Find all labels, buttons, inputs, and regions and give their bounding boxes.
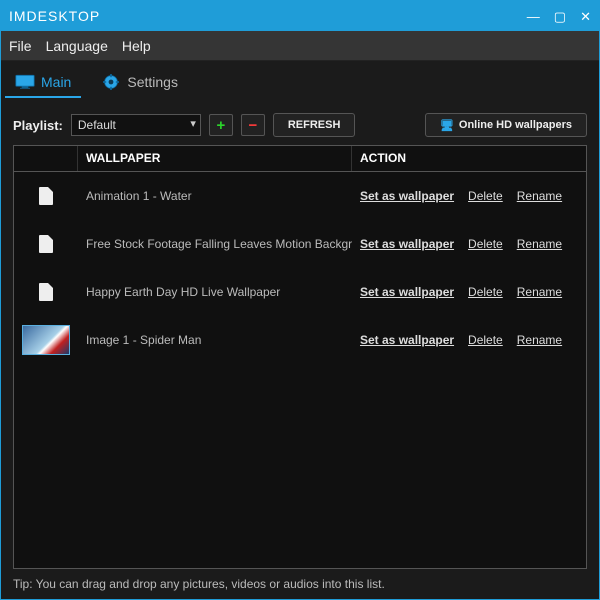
tab-main[interactable]: Main: [5, 68, 81, 98]
row-name: Happy Earth Day HD Live Wallpaper: [78, 285, 352, 299]
rename-link[interactable]: Rename: [517, 333, 562, 347]
minus-icon: −: [248, 117, 257, 134]
maximize-button[interactable]: ▢: [554, 10, 566, 23]
row-actions: Set as wallpaper Delete Rename: [352, 333, 586, 347]
add-button[interactable]: +: [209, 114, 233, 136]
row-actions: Set as wallpaper Delete Rename: [352, 189, 586, 203]
toolbar: Playlist: Default + − REFRESH 🖥 Online H…: [1, 105, 599, 145]
header-wallpaper: WALLPAPER: [78, 146, 352, 171]
row-name: Animation 1 - Water: [78, 189, 352, 203]
tab-settings[interactable]: Settings: [91, 68, 188, 98]
image-thumbnail-icon: [22, 325, 70, 355]
table-row[interactable]: Image 1 - Spider Man Set as wallpaper Dele…: [14, 316, 586, 364]
menu-language[interactable]: Language: [46, 38, 108, 54]
menu-file[interactable]: File: [9, 38, 32, 54]
row-name: Free Stock Footage Falling Leaves Motion…: [78, 237, 352, 251]
delete-link[interactable]: Delete: [468, 237, 503, 251]
tab-settings-label: Settings: [127, 74, 178, 90]
tab-main-label: Main: [41, 74, 71, 90]
menubar: File Language Help: [1, 31, 599, 61]
row-thumbnail: [14, 172, 78, 220]
row-actions: Set as wallpaper Delete Rename: [352, 285, 586, 299]
app-window: IMDESKTOP — ▢ ✕ File Language Help Main …: [0, 0, 600, 600]
file-icon: [39, 235, 53, 253]
refresh-button[interactable]: REFRESH: [273, 113, 356, 137]
row-name: Image 1 - Spider Man: [78, 333, 352, 347]
refresh-button-label: REFRESH: [288, 119, 341, 131]
tabs: Main Settings: [1, 61, 599, 105]
online-wallpapers-label: Online HD wallpapers: [459, 119, 572, 131]
delete-link[interactable]: Delete: [468, 333, 503, 347]
table-row[interactable]: Animation 1 - Water Set as wallpaper Delet…: [14, 172, 586, 220]
minimize-button[interactable]: —: [527, 10, 540, 23]
set-wallpaper-link[interactable]: Set as wallpaper: [360, 189, 454, 203]
table-body: Animation 1 - Water Set as wallpaper Delet…: [14, 172, 586, 568]
monitor-icon: 🖥: [440, 119, 454, 132]
set-wallpaper-link[interactable]: Set as wallpaper: [360, 237, 454, 251]
gear-icon: [101, 74, 121, 90]
row-actions: Set as wallpaper Delete Rename: [352, 237, 586, 251]
row-thumbnail: [14, 220, 78, 268]
rename-link[interactable]: Rename: [517, 189, 562, 203]
header-action: ACTION: [352, 146, 586, 171]
table-row[interactable]: Free Stock Footage Falling Leaves Motion…: [14, 220, 586, 268]
titlebar[interactable]: IMDESKTOP — ▢ ✕: [1, 1, 599, 31]
set-wallpaper-link[interactable]: Set as wallpaper: [360, 285, 454, 299]
plus-icon: +: [216, 117, 225, 134]
online-wallpapers-button[interactable]: 🖥 Online HD wallpapers: [425, 113, 587, 137]
tip-text: Tip: You can drag and drop any pictures,…: [1, 569, 599, 599]
menu-help[interactable]: Help: [122, 38, 151, 54]
playlist-select[interactable]: Default: [71, 114, 201, 136]
window-controls: — ▢ ✕: [527, 10, 591, 23]
delete-link[interactable]: Delete: [468, 189, 503, 203]
table-row[interactable]: Happy Earth Day HD Live WallpaperSet as …: [14, 268, 586, 316]
rename-link[interactable]: Rename: [517, 285, 562, 299]
app-title: IMDESKTOP: [9, 8, 527, 24]
delete-link[interactable]: Delete: [468, 285, 503, 299]
monitor-icon: [15, 74, 35, 90]
playlist-select-value: Default: [78, 118, 116, 132]
file-icon: [39, 187, 53, 205]
playlist-label: Playlist:: [13, 118, 63, 133]
row-thumbnail: [14, 268, 78, 316]
wallpapers-table: WALLPAPER ACTION Animation 1 - WaterSet …: [13, 145, 587, 569]
remove-button[interactable]: −: [241, 114, 265, 136]
close-button[interactable]: ✕: [580, 10, 591, 23]
row-thumbnail: [14, 316, 78, 364]
rename-link[interactable]: Rename: [517, 237, 562, 251]
table-header: WALLPAPER ACTION: [14, 146, 586, 172]
set-wallpaper-link[interactable]: Set as wallpaper: [360, 333, 454, 347]
file-icon: [39, 283, 53, 301]
